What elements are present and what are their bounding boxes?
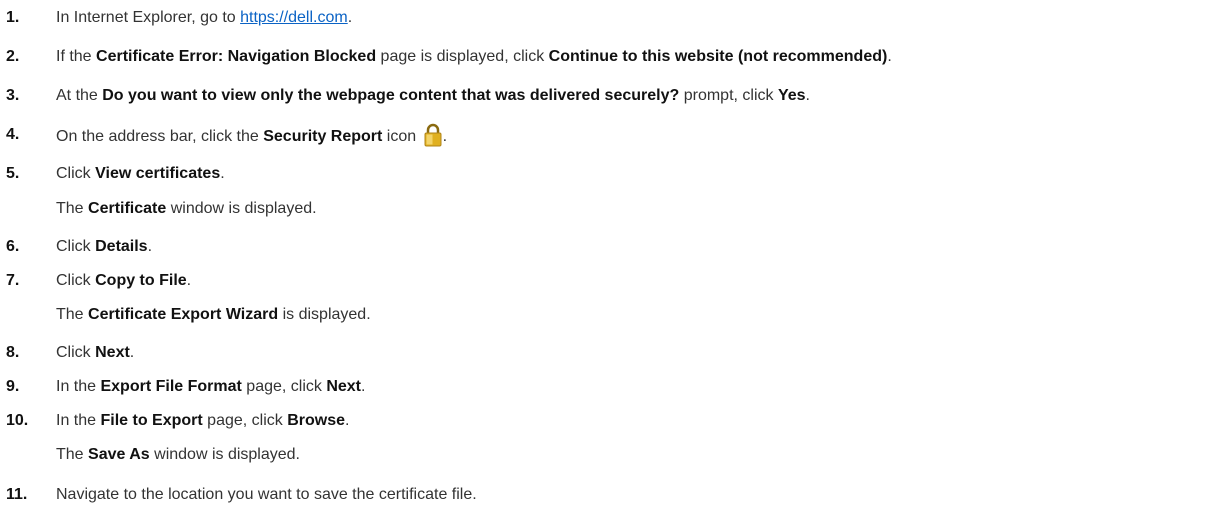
step-number: 5. [6, 165, 20, 182]
step-text-part: page, click [241, 378, 327, 395]
step-text: Navigate to the location you want to sav… [56, 483, 477, 507]
step-bold-term: Save As [88, 446, 150, 463]
step-result-text: The Certificate window is displayed. [56, 197, 317, 221]
step-text-part: window is displayed. [166, 200, 317, 217]
step-bold-term: Certificate Export Wizard [88, 306, 279, 323]
step-text: Click Details. [56, 235, 152, 259]
step-bold-term: Do you want to view only the webpage con… [102, 87, 680, 104]
step-text-part: The [56, 306, 89, 323]
step-text-part: In the [56, 378, 101, 395]
step-number: 3. [6, 87, 20, 104]
step-number: 10. [6, 412, 29, 429]
step-number: 8. [6, 344, 20, 361]
step-bold-term: Continue to this website (not recommende… [548, 48, 888, 65]
step-text-part: prompt, click [679, 87, 778, 104]
step-number: 4. [6, 126, 20, 143]
step-text-part: page is displayed, click [376, 48, 549, 65]
step-result-text: The Certificate Export Wizard is display… [56, 303, 371, 327]
step-number: 7. [6, 272, 20, 289]
step-text-part: Click [56, 238, 96, 255]
step-text: Click View certificates. [56, 162, 225, 186]
step-text-part: Click [56, 165, 96, 182]
step-text-part: Click [56, 272, 96, 289]
step-text-part: . [805, 87, 810, 104]
dell-link[interactable]: https://dell.com [240, 9, 348, 26]
step-text: At the Do you want to view only the webp… [56, 84, 810, 108]
step-text-part: Navigate to the location you want to sav… [56, 486, 477, 503]
step-bold-term: Yes [777, 87, 806, 104]
step-text: In the File to Export page, click Browse… [56, 409, 349, 433]
step-text-part: Click [56, 344, 96, 361]
step-text-part: . [220, 165, 225, 182]
step-number: 6. [6, 238, 20, 255]
step-text: Click Copy to File. [56, 269, 191, 293]
step-text-part: . [442, 128, 448, 145]
step-number: 2. [6, 48, 20, 65]
step-text: Click Next. [56, 341, 134, 365]
step-text-part: At the [56, 87, 103, 104]
step-number: 11. [6, 486, 28, 503]
step-text-part: . [347, 9, 353, 26]
step-text-part: On the address bar, click the [56, 128, 264, 145]
step-number: 1. [6, 9, 20, 26]
step-number: 9. [6, 378, 20, 395]
step-text: In Internet Explorer, go to https://dell… [56, 6, 352, 30]
step-text-part: . [129, 344, 135, 361]
step-text-part: The [56, 200, 89, 217]
step-bold-term: File to Export [100, 412, 203, 429]
step-text: On the address bar, click the Security R… [56, 123, 447, 149]
step-text-part: In Internet Explorer, go to [56, 9, 241, 26]
step-text-part: If the [56, 48, 97, 65]
step-bold-term: Security Report [263, 128, 383, 145]
step-text-part: . [345, 412, 350, 429]
step-text-part: . [887, 48, 892, 65]
step-result-text: The Save As window is displayed. [56, 443, 300, 467]
step-text-part: icon [382, 128, 421, 145]
step-text-part: The [56, 446, 89, 463]
step-bold-term: Details [95, 238, 148, 255]
step-bold-term: Certificate [88, 200, 167, 217]
step-bold-term: Export File Format [100, 378, 242, 395]
step-bold-term: Copy to File [95, 272, 187, 289]
step-text-part: . [361, 378, 366, 395]
step-text-part: window is displayed. [149, 446, 300, 463]
step-text: If the Certificate Error: Navigation Blo… [56, 45, 892, 69]
step-text-part: . [186, 272, 192, 289]
step-text-part: . [147, 238, 153, 255]
step-text-part: page, click [202, 412, 288, 429]
step-bold-term: View certificates [95, 165, 221, 182]
step-bold-term: Certificate Error: Navigation Blocked [96, 48, 377, 65]
step-text-part: is displayed. [278, 306, 371, 323]
step-bold-term: Browse [287, 412, 345, 429]
step-text-part: In the [56, 412, 101, 429]
step-bold-term: Next [95, 344, 130, 361]
step-text: In the Export File Format page, click Ne… [56, 375, 365, 399]
step-bold-term: Next [326, 378, 362, 395]
padlock-icon [423, 123, 443, 147]
